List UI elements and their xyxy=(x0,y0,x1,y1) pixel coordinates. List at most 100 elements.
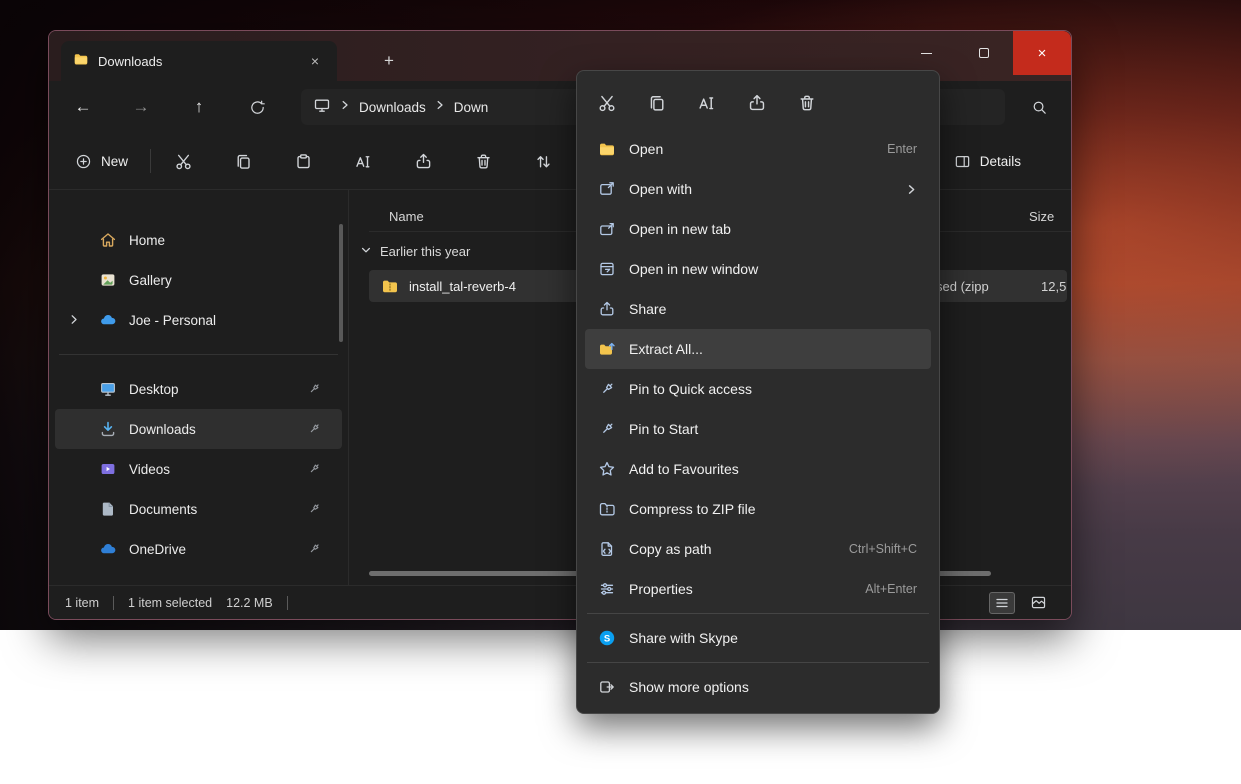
selection-count: 1 item selected xyxy=(128,596,212,610)
menu-shortcut: Alt+Enter xyxy=(865,582,917,596)
plus-circle-icon xyxy=(75,153,92,170)
copy-button[interactable] xyxy=(223,143,263,179)
menu-item-copy-as-path[interactable]: Copy as path Ctrl+Shift+C xyxy=(585,529,931,569)
menu-item-extract-all[interactable]: Extract All... xyxy=(585,329,931,369)
menu-label: Pin to Quick access xyxy=(629,381,752,397)
menu-item-compress-to-zip[interactable]: Compress to ZIP file xyxy=(585,489,931,529)
chevron-down-icon[interactable] xyxy=(360,244,372,259)
column-header-name[interactable]: Name xyxy=(369,209,424,224)
rename-button[interactable] xyxy=(685,84,729,122)
details-view-button[interactable]: Details xyxy=(946,147,1029,176)
sidebar-item-home[interactable]: Home xyxy=(55,220,342,260)
pin-icon xyxy=(597,420,617,438)
extract-all-icon xyxy=(597,340,617,358)
menu-item-open-in-new-window[interactable]: Open in new window xyxy=(585,249,931,289)
menu-item-share-with-skype[interactable]: S Share with Skype xyxy=(585,618,931,658)
star-icon xyxy=(597,460,617,478)
item-count: 1 item xyxy=(65,596,99,610)
cut-button[interactable] xyxy=(163,143,203,179)
toolbar-divider xyxy=(150,149,151,173)
menu-label: Share xyxy=(629,301,666,317)
details-pane-icon xyxy=(954,153,971,170)
cut-button[interactable] xyxy=(585,84,629,122)
sidebar-label: Desktop xyxy=(129,382,179,397)
menu-shortcut: Ctrl+Shift+C xyxy=(849,542,917,556)
menu-label: Show more options xyxy=(629,679,749,695)
menu-item-open-in-new-tab[interactable]: Open in new tab xyxy=(585,209,931,249)
new-button[interactable]: New xyxy=(65,146,142,177)
menu-item-pin-to-quick-access[interactable]: Pin to Quick access xyxy=(585,369,931,409)
share-icon xyxy=(747,93,767,113)
sidebar-item-onedrive-personal[interactable]: Joe - Personal xyxy=(55,300,342,340)
pin-icon xyxy=(597,380,617,398)
menu-label: Share with Skype xyxy=(629,630,738,646)
details-label: Details xyxy=(980,154,1021,169)
sidebar-scrollbar[interactable] xyxy=(339,224,343,342)
sidebar-item-downloads[interactable]: Downloads xyxy=(55,409,342,449)
up-button[interactable]: ↑ xyxy=(181,90,217,124)
column-header-size[interactable]: Size xyxy=(1029,209,1054,224)
back-button[interactable]: ← xyxy=(65,90,101,124)
paste-button[interactable] xyxy=(283,143,323,179)
search-button[interactable] xyxy=(1021,90,1057,124)
delete-button[interactable] xyxy=(785,84,829,122)
chevron-right-icon[interactable] xyxy=(68,313,80,328)
tab-close-button[interactable]: × xyxy=(303,49,327,73)
menu-item-open[interactable]: Open Enter xyxy=(585,129,931,169)
refresh-button[interactable] xyxy=(239,90,275,124)
delete-button[interactable] xyxy=(463,143,503,179)
menu-label: Properties xyxy=(629,581,693,597)
open-with-icon xyxy=(597,180,617,198)
documents-icon xyxy=(99,500,117,518)
menu-item-share[interactable]: Share xyxy=(585,289,931,329)
menu-item-pin-to-start[interactable]: Pin to Start xyxy=(585,409,931,449)
maximize-button[interactable] xyxy=(955,31,1013,75)
menu-item-add-to-favourites[interactable]: Add to Favourites xyxy=(585,449,931,489)
forward-button[interactable]: → xyxy=(123,90,159,124)
menu-label: Copy as path xyxy=(629,541,712,557)
refresh-icon xyxy=(249,99,266,116)
menu-item-open-with[interactable]: Open with xyxy=(585,169,931,209)
menu-item-show-more-options[interactable]: Show more options xyxy=(585,667,931,707)
close-button[interactable]: × xyxy=(1013,31,1071,75)
share-icon xyxy=(414,152,433,171)
breadcrumb-down-partial[interactable]: Down xyxy=(454,100,489,115)
skype-icon: S xyxy=(597,629,617,647)
sidebar-label: OneDrive xyxy=(129,542,186,557)
sidebar-item-gallery[interactable]: Gallery xyxy=(55,260,342,300)
sort-button[interactable] xyxy=(523,143,563,179)
sidebar-item-documents[interactable]: Documents xyxy=(55,489,342,529)
explorer-tab[interactable]: Downloads × xyxy=(61,41,337,81)
tab-title: Downloads xyxy=(98,54,162,69)
new-button-label: New xyxy=(101,154,128,169)
details-view-toggle[interactable] xyxy=(989,592,1015,614)
copy-icon xyxy=(647,93,667,113)
sidebar-label: Gallery xyxy=(129,273,172,288)
menu-label: Extract All... xyxy=(629,341,703,357)
submenu-chevron-icon xyxy=(906,183,917,196)
sidebar-item-videos[interactable]: Videos xyxy=(55,449,342,489)
view-toggles xyxy=(989,592,1051,614)
menu-item-properties[interactable]: Properties Alt+Enter xyxy=(585,569,931,609)
breadcrumb-downloads[interactable]: Downloads xyxy=(359,100,426,115)
large-icons-view-toggle[interactable] xyxy=(1025,592,1051,614)
trash-icon xyxy=(797,93,817,113)
open-new-window-icon xyxy=(597,260,617,278)
rename-button[interactable] xyxy=(343,143,383,179)
menu-label: Open with xyxy=(629,181,692,197)
sidebar-item-desktop[interactable]: Desktop xyxy=(55,369,342,409)
copy-icon xyxy=(234,152,253,171)
sidebar-item-onedrive[interactable]: OneDrive xyxy=(55,529,342,569)
new-tab-button[interactable]: + xyxy=(375,47,403,75)
menu-shortcut: Enter xyxy=(887,142,917,156)
file-size-partial: 12,5 xyxy=(1041,279,1066,294)
status-divider xyxy=(287,596,288,610)
minimize-button[interactable] xyxy=(897,31,955,75)
sidebar-divider xyxy=(59,354,338,355)
copy-button[interactable] xyxy=(635,84,679,122)
share-button[interactable] xyxy=(735,84,779,122)
paste-icon xyxy=(294,152,313,171)
pin-icon xyxy=(307,421,322,439)
selection-size: 12.2 MB xyxy=(226,596,273,610)
share-button[interactable] xyxy=(403,143,443,179)
